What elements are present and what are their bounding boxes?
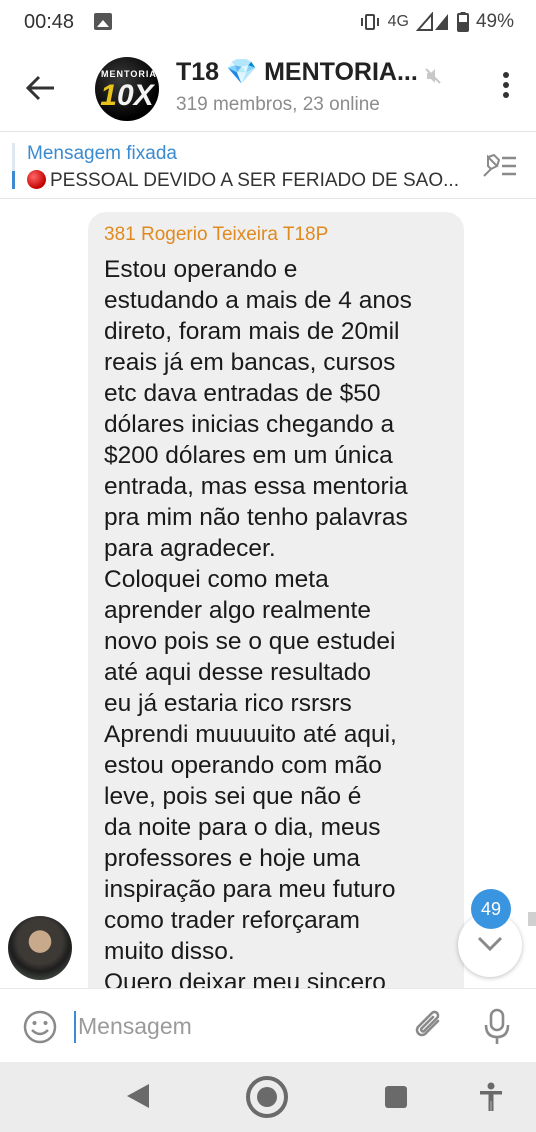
emoji-icon[interactable] [22, 1009, 58, 1045]
message-text: Estou operando e estudando a mais de 4 a… [104, 256, 412, 988]
message-input[interactable] [78, 1013, 378, 1040]
muted-icon [425, 68, 441, 84]
scroll-indicator [528, 912, 536, 926]
group-avatar[interactable]: MENTORIA 10X [95, 57, 159, 121]
status-indicators: 4G 49% [359, 11, 514, 33]
chevron-down-icon [477, 936, 503, 952]
chat-header: MENTORIA 10X T18 💎 MENTORIA... 319 membr… [0, 44, 536, 132]
attach-icon[interactable] [410, 1007, 448, 1045]
system-nav-bar [0, 1062, 536, 1132]
pinned-message[interactable]: Mensagem fixada PESSOAL DEVIDO A SER FER… [0, 133, 536, 199]
pinned-text: PESSOAL DEVIDO A SER FERIADO DE SAO... [27, 170, 467, 192]
unread-badge[interactable]: 49 [471, 889, 511, 929]
back-arrow-icon[interactable] [22, 70, 58, 106]
nav-home-icon[interactable] [246, 1076, 288, 1118]
pinned-title: Mensagem fixada [27, 143, 177, 164]
member-count: 319 membros, 23 online [176, 94, 380, 115]
battery-level: 49% [475, 11, 514, 32]
message-composer [0, 988, 536, 1062]
nav-recent-apps-icon[interactable] [385, 1086, 407, 1108]
battery-icon [456, 12, 469, 32]
signal-icon [415, 12, 448, 31]
more-menu-icon[interactable] [502, 72, 510, 102]
avatar-logo-main: 10X [100, 79, 154, 112]
message-bubble[interactable]: 381 Rogerio Teixeira T18P Estou operando… [88, 212, 464, 988]
pinned-list-icon[interactable] [480, 152, 518, 180]
microphone-icon[interactable] [482, 1007, 512, 1047]
accessibility-icon[interactable] [478, 1082, 504, 1112]
network-type: 4G [387, 13, 409, 30]
chat-title[interactable]: T18 💎 MENTORIA... [176, 58, 418, 87]
image-notification-icon [94, 13, 112, 30]
nav-back-icon[interactable] [127, 1084, 149, 1108]
pinned-indicator [12, 143, 15, 189]
message-sender[interactable]: 381 Rogerio Teixeira T18P [104, 224, 448, 246]
vibrate-icon [360, 14, 379, 30]
status-bar: 00:48 4G 49% [0, 0, 536, 44]
status-time: 00:48 [24, 11, 75, 33]
avatar-logo-top: MENTORIA [101, 69, 157, 79]
message-list[interactable]: 381 Rogerio Teixeira T18P Estou operando… [0, 200, 536, 988]
red-circle-icon [27, 170, 46, 189]
text-cursor [74, 1011, 76, 1043]
sender-avatar[interactable] [8, 916, 72, 980]
